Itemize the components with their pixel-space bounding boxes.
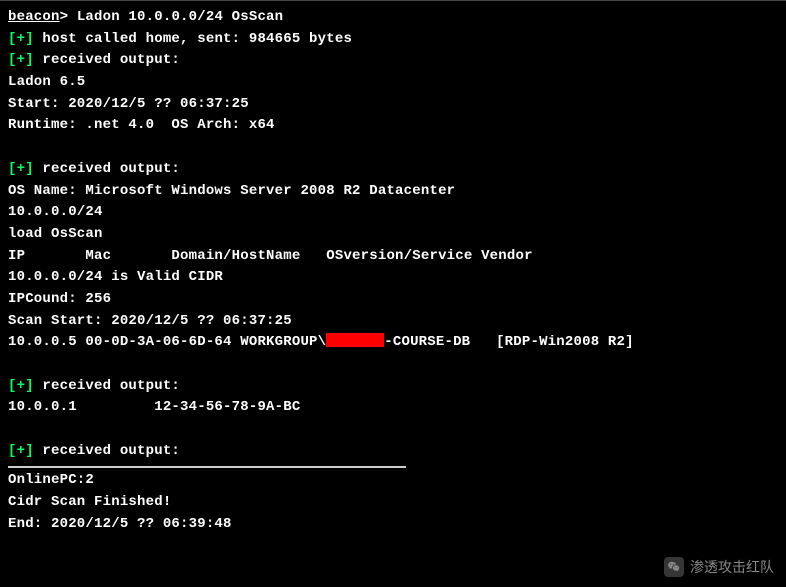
- output-line: End: 2020/12/5 ?? 06:39:48: [8, 514, 778, 536]
- wechat-icon: [664, 557, 684, 577]
- output-line: [+] received output:: [8, 441, 778, 463]
- output-line: Cidr Scan Finished!: [8, 492, 778, 514]
- status-tag: [+]: [8, 443, 34, 459]
- output-line: Ladon 6.5: [8, 72, 778, 94]
- command-text: Ladon 10.0.0.0/24 OsScan: [77, 9, 283, 25]
- output-text: received output:: [34, 378, 180, 394]
- output-line: IPCound: 256: [8, 289, 778, 311]
- output-line: Start: 2020/12/5 ?? 06:37:25: [8, 94, 778, 116]
- watermark-text: 渗透攻击红队: [690, 557, 774, 577]
- output-line: Scan Start: 2020/12/5 ?? 06:37:25: [8, 311, 778, 333]
- output-line: IP Mac Domain/HostName OSversion/Service…: [8, 246, 778, 268]
- output-text: received output:: [34, 443, 180, 459]
- output-line: [+] received output:: [8, 50, 778, 72]
- scan-result-suffix: -COURSE-DB [RDP-Win2008 R2]: [384, 334, 633, 350]
- blank-line: [8, 419, 778, 441]
- output-line: [+] received output:: [8, 376, 778, 398]
- blank-line: [8, 354, 778, 376]
- prompt-label: beacon: [8, 9, 60, 25]
- scan-result-prefix: 10.0.0.5 00-0D-3A-06-6D-64 WORKGROUP\: [8, 334, 326, 350]
- output-line: [+] host called home, sent: 984665 bytes: [8, 29, 778, 51]
- redacted-block: [326, 333, 384, 347]
- output-text: received output:: [34, 52, 180, 68]
- output-line: 10.0.0.0/24 is Valid CIDR: [8, 267, 778, 289]
- status-tag: [+]: [8, 378, 34, 394]
- output-line: 10.0.0.1 12-34-56-78-9A-BC: [8, 397, 778, 419]
- output-line: 10.0.0.0/24: [8, 202, 778, 224]
- status-tag: [+]: [8, 31, 34, 47]
- output-line: 10.0.0.5 00-0D-3A-06-6D-64 WORKGROUP\ -CO…: [8, 332, 778, 354]
- output-line: Runtime: .net 4.0 OS Arch: x64: [8, 115, 778, 137]
- prompt-line: beacon> Ladon 10.0.0.0/24 OsScan: [8, 7, 778, 29]
- terminal-output: beacon> Ladon 10.0.0.0/24 OsScan [+] hos…: [0, 1, 786, 542]
- output-text: received output:: [34, 161, 180, 177]
- blank-line: [8, 137, 778, 159]
- output-line: load OsScan: [8, 224, 778, 246]
- output-text: host called home, sent: 984665 bytes: [34, 31, 352, 47]
- output-line: OnlinePC:2: [8, 470, 778, 492]
- status-tag: [+]: [8, 52, 34, 68]
- output-line: OS Name: Microsoft Windows Server 2008 R…: [8, 181, 778, 203]
- watermark: 渗透攻击红队: [664, 557, 774, 577]
- separator-line: [8, 466, 406, 468]
- prompt-chevron: >: [60, 9, 69, 25]
- status-tag: [+]: [8, 161, 34, 177]
- output-line: [+] received output:: [8, 159, 778, 181]
